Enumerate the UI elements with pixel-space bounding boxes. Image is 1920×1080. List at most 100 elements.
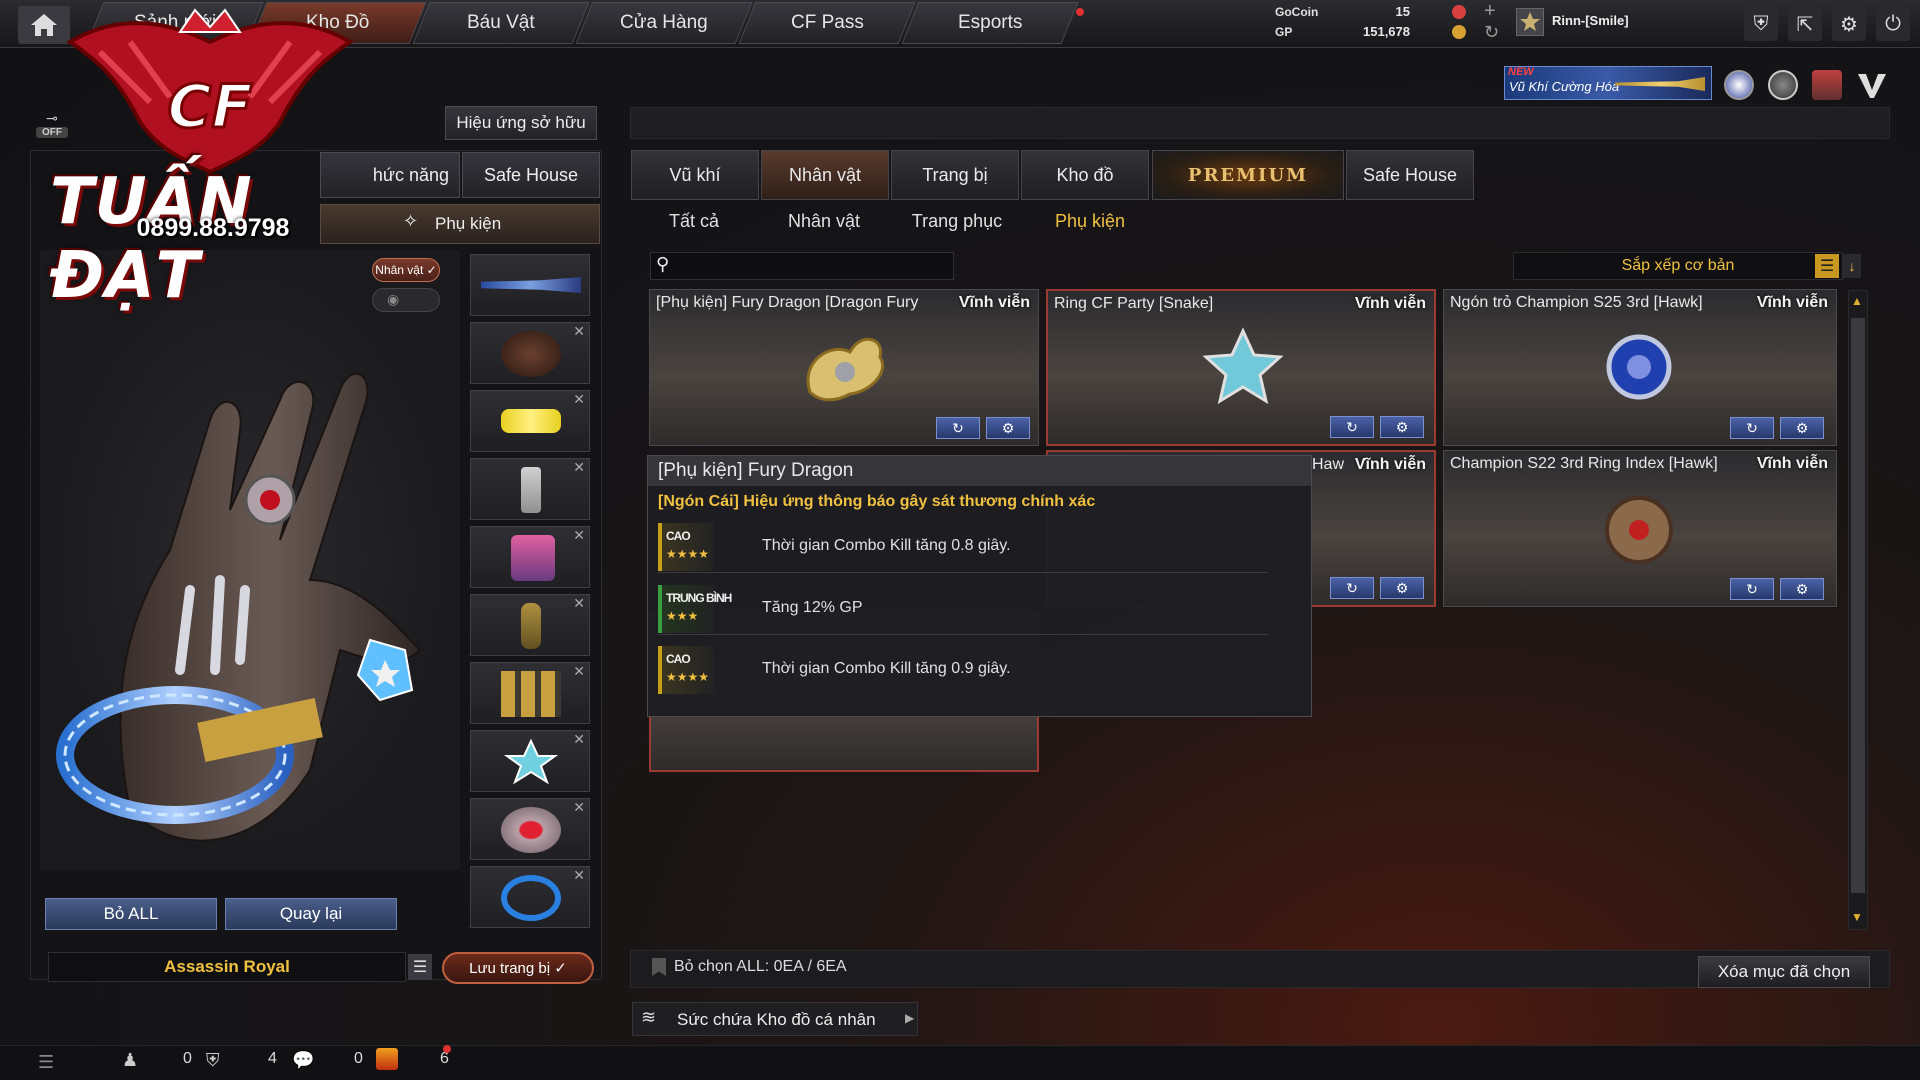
- ammo-pouch-icon: [501, 671, 561, 717]
- item-card[interactable]: Ngón trỏ Champion S25 3rd [Hawk] Vĩnh vi…: [1443, 289, 1837, 446]
- slot-ammo[interactable]: ✕: [470, 662, 590, 724]
- scrollbar-thumb[interactable]: [1851, 318, 1865, 893]
- power-icon[interactable]: ⏻: [1876, 7, 1910, 41]
- renew-gp-button[interactable]: ↻: [1330, 416, 1374, 438]
- nav-tab-esports[interactable]: Esports: [901, 2, 1079, 44]
- remove-all-button[interactable]: Bỏ ALL: [45, 898, 217, 930]
- deselect-all-text[interactable]: Bỏ chọn ALL: 0EA / 6EA: [674, 958, 847, 976]
- slot-ring-star[interactable]: ✕: [470, 730, 590, 792]
- gift-icon[interactable]: [376, 1048, 398, 1070]
- settings-button[interactable]: ⚙: [1780, 578, 1824, 600]
- remove-icon[interactable]: ✕: [573, 663, 585, 680]
- item-duration: Vĩnh viễn: [1756, 455, 1828, 472]
- vip-icon[interactable]: [1856, 70, 1888, 100]
- right-header-bar: [630, 107, 1890, 139]
- remove-icon[interactable]: ✕: [573, 459, 585, 476]
- search-input[interactable]: [650, 252, 954, 280]
- shield-icon[interactable]: ⛨: [1744, 7, 1778, 41]
- renew-gp-button[interactable]: ↻: [1730, 578, 1774, 600]
- sort-direction-icon[interactable]: ↓: [1843, 254, 1861, 278]
- settings-button[interactable]: ⚙: [1380, 577, 1424, 599]
- tab-storage[interactable]: Kho đồ: [1021, 150, 1149, 200]
- scroll-up-icon[interactable]: ▲: [1851, 294, 1863, 308]
- slot-hat[interactable]: ✕: [470, 322, 590, 384]
- remove-icon[interactable]: ✕: [573, 323, 585, 340]
- add-currency-icon[interactable]: +: [1484, 0, 1496, 23]
- settings-button[interactable]: ⚙: [1780, 417, 1824, 439]
- nav-tab-treasure[interactable]: Báu Vật: [412, 2, 590, 44]
- clan-shield-icon[interactable]: ⛨: [206, 1050, 220, 1071]
- capacity-panel[interactable]: ≋ Sức chứa Kho đồ cá nhân ▶: [632, 1002, 918, 1036]
- slot-bracelet[interactable]: ✕: [470, 866, 590, 928]
- remove-icon[interactable]: ✕: [573, 527, 585, 544]
- effect-description: Tăng 12% GP: [762, 599, 863, 616]
- save-loadout-button[interactable]: Lưu trang bị ✓: [442, 952, 594, 984]
- item-card[interactable]: Ring CF Party [Snake] Vĩnh viễn ↻ ⚙: [1046, 289, 1436, 446]
- subtab-accessory[interactable]: Phụ kiện: [1026, 206, 1154, 236]
- tab-safehouse[interactable]: Safe House: [1346, 150, 1474, 200]
- list-icon[interactable]: ☰: [38, 1052, 54, 1073]
- character-view-toggle[interactable]: Nhân vật ✓: [372, 258, 440, 282]
- sort-dropdown[interactable]: Sắp xếp cơ bản: [1513, 252, 1843, 280]
- list-view-icon[interactable]: ☰: [1815, 254, 1839, 278]
- remove-icon[interactable]: ✕: [573, 391, 585, 408]
- emblem-icon[interactable]: [1724, 70, 1754, 100]
- grade-label: TRUNG BÌNH: [666, 591, 732, 605]
- scroll-down-icon[interactable]: ▼: [1851, 910, 1863, 924]
- slot-backpack[interactable]: ✕: [470, 526, 590, 588]
- refresh-icon[interactable]: ↻: [1484, 22, 1499, 43]
- notification-dot: [1076, 8, 1084, 16]
- slot-grenade[interactable]: ✕: [470, 594, 590, 656]
- tab-equipment[interactable]: Trang bị: [891, 150, 1019, 200]
- event-icon[interactable]: [1812, 70, 1842, 100]
- loadout-name[interactable]: Assassin Royal: [48, 952, 406, 982]
- tab-safehouse-left[interactable]: Safe House: [462, 152, 600, 198]
- slot-glasses[interactable]: ✕: [470, 390, 590, 452]
- hawk-ring-icon: [1605, 496, 1673, 564]
- gear-icon[interactable]: ⚙: [1832, 7, 1866, 41]
- back-button[interactable]: Quay lại: [225, 898, 397, 930]
- tab-character[interactable]: Nhân vật: [761, 150, 889, 200]
- effect-description: Thời gian Combo Kill tăng 0.8 giây.: [762, 537, 1011, 554]
- tooltip-effect-row: CAO ★★★★ Thời gian Combo Kill tăng 0.9 g…: [658, 644, 1268, 696]
- remove-icon[interactable]: ✕: [573, 731, 585, 748]
- subtab-costume[interactable]: Trang phục: [890, 206, 1024, 236]
- exit-room-icon[interactable]: ⇱: [1788, 7, 1822, 41]
- nav-tab-shop[interactable]: Cửa Hàng: [575, 2, 753, 44]
- gocoin-value: 15: [1395, 4, 1410, 19]
- tab-weapon[interactable]: Vũ khí: [631, 150, 759, 200]
- gift-count: 0: [354, 1050, 363, 1067]
- chat-icon[interactable]: 💬: [292, 1050, 314, 1071]
- renew-gp-button[interactable]: ↻: [1330, 577, 1374, 599]
- hide-toggle[interactable]: ◉: [372, 288, 440, 312]
- nav-tab-label: Báu Vật: [467, 12, 535, 33]
- subtab-character[interactable]: Nhân vật: [760, 206, 888, 236]
- tab-premium[interactable]: PREMIUM: [1152, 150, 1344, 200]
- layers-icon: ≋: [641, 1007, 657, 1027]
- renew-button[interactable]: ↻: [936, 417, 980, 439]
- slot-radio[interactable]: ✕: [470, 458, 590, 520]
- slot-weapon[interactable]: [470, 254, 590, 316]
- menu-icon[interactable]: ☰: [408, 954, 432, 980]
- subtab-all[interactable]: Tất cả: [630, 206, 758, 236]
- home-icon: [31, 14, 57, 36]
- remove-icon[interactable]: ✕: [573, 799, 585, 816]
- slot-ring-red[interactable]: ✕: [470, 798, 590, 860]
- renew-gp-button[interactable]: ↻: [1730, 417, 1774, 439]
- globe-icon[interactable]: [1768, 70, 1798, 100]
- remove-icon[interactable]: ✕: [573, 867, 585, 884]
- settings-button[interactable]: ⚙: [1380, 416, 1424, 438]
- grade-label: CAO: [666, 529, 691, 543]
- weapon-upgrade-banner[interactable]: NEW Vũ Khí Cường Hóa: [1504, 66, 1712, 100]
- delete-selected-button[interactable]: Xóa mục đã chọn: [1698, 956, 1870, 988]
- friends-icon[interactable]: ♟: [122, 1050, 138, 1071]
- item-card[interactable]: Champion S22 3rd Ring Index [Hawk] Vĩnh …: [1443, 450, 1837, 607]
- grade-badge: CAO ★★★★: [658, 646, 714, 694]
- remove-icon[interactable]: ✕: [573, 595, 585, 612]
- item-name: Ngón trỏ Champion S25 3rd [Hawk]: [1450, 294, 1703, 311]
- nav-tab-cfpass[interactable]: CF Pass: [738, 2, 916, 44]
- owned-effect-button[interactable]: Hiệu ứng sở hữu: [445, 106, 597, 140]
- item-card[interactable]: [Phụ kiện] Fury Dragon [Dragon Fury Vĩnh…: [649, 289, 1039, 446]
- settings-button[interactable]: ⚙: [986, 417, 1030, 439]
- svg-text:CF: CF: [167, 72, 252, 142]
